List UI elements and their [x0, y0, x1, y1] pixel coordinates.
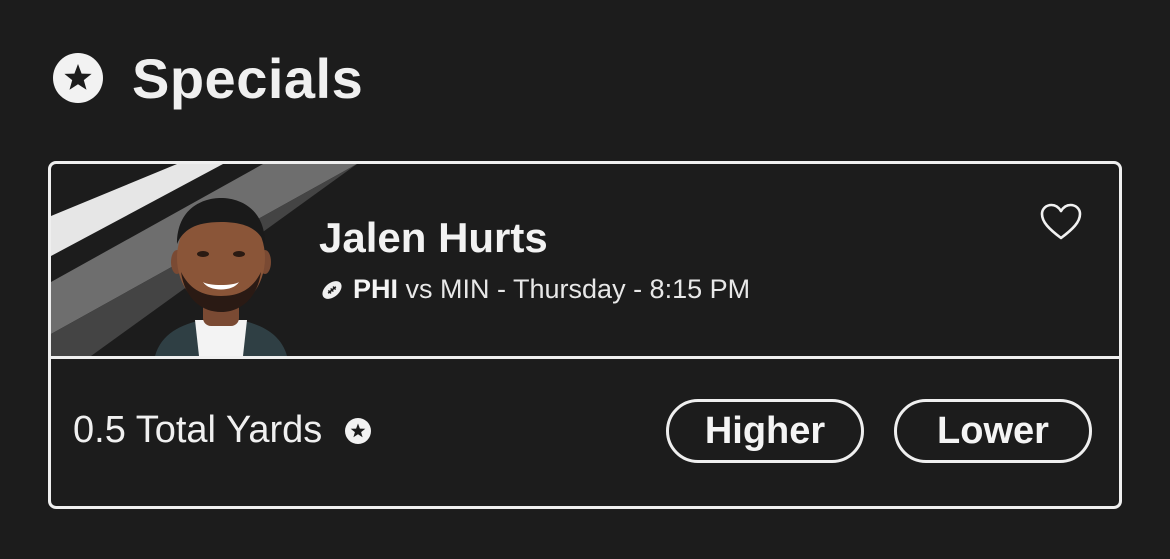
player-name: Jalen Hurts: [319, 214, 548, 261]
team-abbreviation: PHI: [353, 274, 399, 304]
section-header: Specials: [52, 46, 363, 110]
projection-card[interactable]: Jalen Hurts PHI vs MIN - Thursday - 8:15…: [48, 161, 1122, 509]
page: Specials Jalen Hurts PHI vs MIN - Thursd…: [0, 0, 1170, 559]
matchup-info: PHI vs MIN - Thursday - 8:15 PM: [319, 274, 750, 305]
card-footer: 0.5 Total Yards Higher Lower: [51, 359, 1119, 506]
higher-button[interactable]: Higher: [666, 399, 864, 463]
heart-outline-icon[interactable]: [1039, 202, 1083, 242]
football-icon: [319, 279, 345, 301]
player-avatar: [155, 198, 287, 356]
star-circle-icon: [52, 52, 104, 104]
stat-line-text: 0.5 Total Yards: [73, 409, 323, 451]
lower-button[interactable]: Lower: [894, 399, 1092, 463]
card-header: Jalen Hurts PHI vs MIN - Thursday - 8:15…: [51, 164, 1119, 356]
game-details: vs MIN - Thursday - 8:15 PM: [398, 274, 751, 304]
star-circle-icon: [344, 417, 372, 445]
stat-line: 0.5 Total Yards: [73, 409, 372, 452]
section-title: Specials: [132, 46, 364, 110]
